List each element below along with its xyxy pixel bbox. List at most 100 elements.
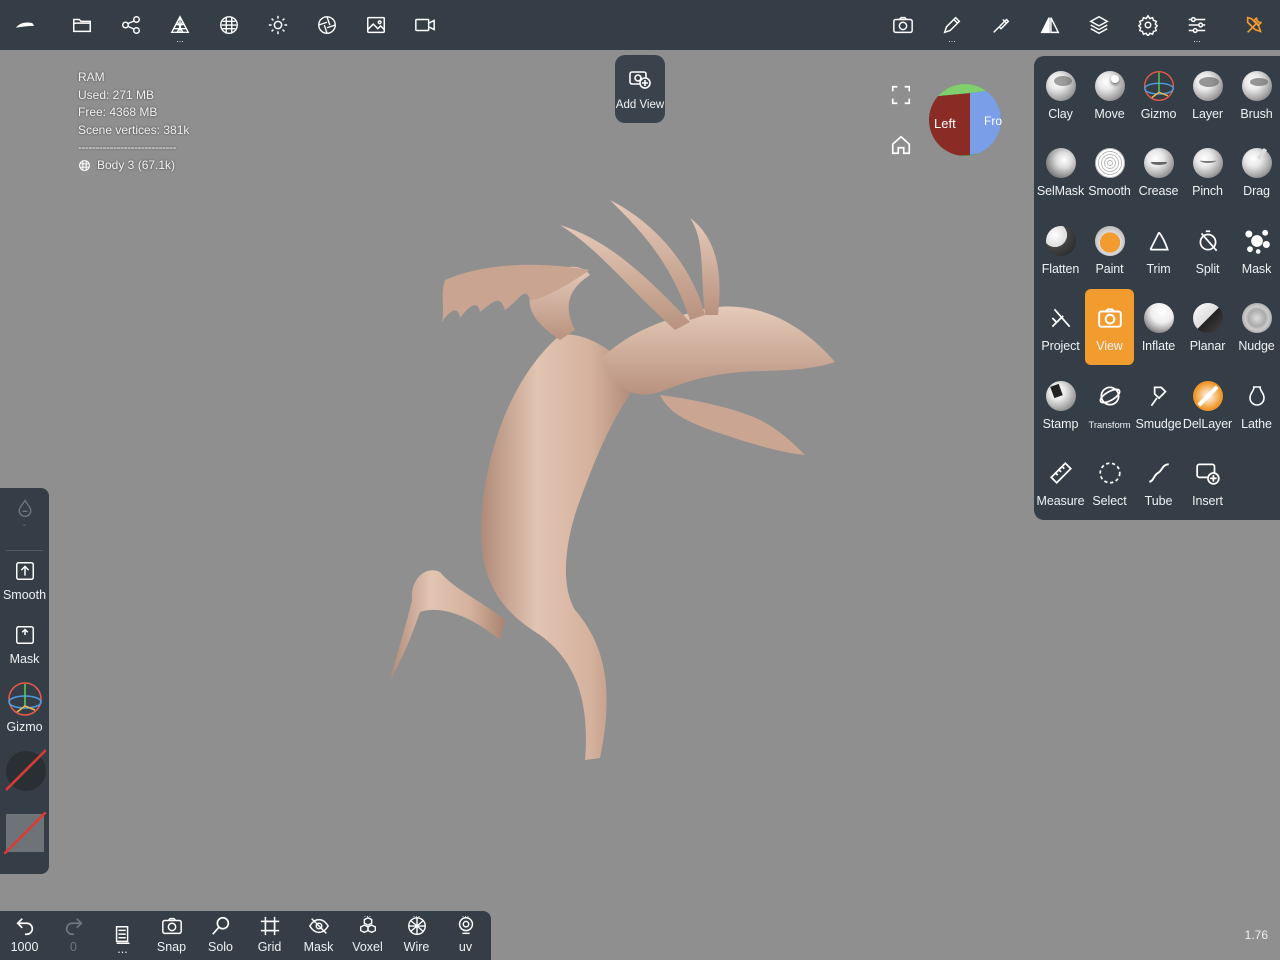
scene-vertices: Scene vertices: 381k [78,122,190,137]
material-icon[interactable] [212,8,246,42]
tool-flatten[interactable]: Flatten [1036,212,1085,288]
tool-inflate[interactable]: Inflate [1134,289,1183,365]
insert-icon [1191,456,1225,490]
sliders-icon[interactable]: ... [1180,8,1214,44]
lathe-icon [1240,379,1274,413]
tool-clay[interactable]: Clay [1036,57,1085,133]
tool-label: Measure [1036,494,1085,508]
tool-label: Tube [1144,494,1173,508]
tools-panel: Clay Move Gizmo Layer Brush SelMask Smooth Crea… [1034,56,1280,520]
tool-select[interactable]: Select [1085,444,1134,520]
screenshot-icon[interactable] [886,8,920,42]
tool-transform[interactable]: Transform [1085,367,1134,443]
tool-measure[interactable]: Measure [1036,444,1085,520]
tool-lathe[interactable]: Lathe [1232,367,1280,443]
brush-settings-icon[interactable] [984,8,1018,42]
mesh-icon [79,159,90,171]
nomad-logo-icon[interactable] [8,8,42,42]
pen-icon[interactable]: ... [935,8,969,44]
nudge-icon [1240,301,1274,335]
tool-move[interactable]: Move [1085,57,1134,133]
tool-planar[interactable]: Planar [1183,289,1232,365]
radius-slider[interactable]: - [0,496,49,531]
tool-label: Flatten [1041,261,1080,276]
material-slot[interactable] [4,746,47,792]
tool-drag[interactable]: Drag [1232,134,1280,210]
split-icon [1191,224,1225,258]
flatten-icon [1044,224,1078,258]
symmetry-icon[interactable] [1033,8,1067,42]
tool-label: Mask [1241,261,1272,276]
mask-shortcut[interactable]: Mask [0,624,49,666]
tool-pinch[interactable]: Pinch [1183,134,1232,210]
tool-stamp[interactable]: Stamp [1036,367,1085,443]
history-more: ... [117,942,128,956]
scene-graph-icon[interactable] [114,8,148,42]
history-button[interactable]: ... [98,915,147,959]
topology-icon[interactable]: ... [163,8,197,44]
mesh-row[interactable]: Body 3 (67.1k) [78,157,189,175]
background-image-icon[interactable] [359,8,393,42]
tool-smudge[interactable]: Smudge [1134,367,1183,443]
stamp-icon [1044,379,1078,413]
tool-label: Trim [1146,261,1171,276]
drop-icon [17,499,32,517]
solo-toggle[interactable]: Solo [196,915,245,959]
tool-trim[interactable]: Trim [1134,212,1183,288]
light-icon[interactable] [261,8,295,42]
wire-toggle[interactable]: Wire... [392,909,441,959]
paint-icon [1093,224,1127,258]
tools-icon[interactable] [1238,8,1272,42]
tool-label: Move [1094,107,1125,121]
settings-icon[interactable] [1131,8,1165,42]
radius-value: - [22,520,27,531]
planar-icon [1191,301,1225,335]
snap-toggle[interactable]: Snap [147,915,196,959]
camera-lens-icon[interactable] [310,8,344,42]
smooth-shortcut[interactable]: Smooth [0,560,49,602]
tool-crease[interactable]: Crease [1134,134,1183,210]
more-dots: ... [948,34,956,44]
more-dots: ... [1193,34,1201,44]
tool-gizmo[interactable]: Gizmo [1134,57,1183,133]
transform-icon [1093,379,1127,413]
tool-smooth[interactable]: Smooth [1085,134,1134,210]
tool-label: Project [1041,339,1080,354]
folder-icon[interactable] [65,8,99,42]
layers-icon[interactable] [1082,8,1116,42]
add-view-button[interactable]: Add View [615,55,665,123]
tool-dellayer[interactable]: DelLayer [1183,367,1232,443]
scene-stats: RAM Used: 271 MB Free: 4368 MB Scene ver… [78,69,189,174]
redo-button[interactable]: 0 [49,915,98,959]
mask-toggle[interactable]: Mask [294,915,343,959]
tool-tube[interactable]: Tube [1134,444,1183,520]
view-cube[interactable]: Left Fron [928,83,1009,157]
smooth-shortcut-label: Smooth [2,588,47,602]
tool-mask[interactable]: Mask [1232,212,1280,288]
video-icon[interactable] [408,8,442,42]
gizmo-icon [1142,69,1176,103]
undo-button[interactable]: 1000 [0,915,49,959]
frame-icon[interactable] [890,84,912,106]
tube-icon [1142,456,1176,490]
tool-brush[interactable]: Brush [1232,57,1280,133]
tool-view[interactable]: View [1085,289,1134,366]
more-dots: ... [363,909,372,919]
tool-split[interactable]: Split [1183,212,1232,288]
tool-project[interactable]: Project [1036,289,1085,365]
grid-toggle[interactable]: Grid [245,915,294,959]
tool-layer[interactable]: Layer [1183,57,1232,133]
gizmo-shortcut[interactable]: Gizmo [0,680,49,734]
tool-nudge[interactable]: Nudge [1232,289,1280,365]
tool-paint[interactable]: Paint [1085,212,1134,288]
home-icon[interactable] [890,134,912,156]
color-slot[interactable] [3,811,47,855]
left-side-panel: - Smooth Mask Gizmo [0,488,49,874]
solo-toggle-icon [210,915,232,937]
tool-selmask[interactable]: SelMask [1036,134,1085,210]
voxel-toggle[interactable]: Voxel... [343,909,392,959]
more-dots: ... [176,34,184,44]
tool-insert[interactable]: Insert [1183,444,1232,520]
uv-toggle[interactable]: uv... [441,909,490,959]
tool-label: Split [1195,261,1220,276]
